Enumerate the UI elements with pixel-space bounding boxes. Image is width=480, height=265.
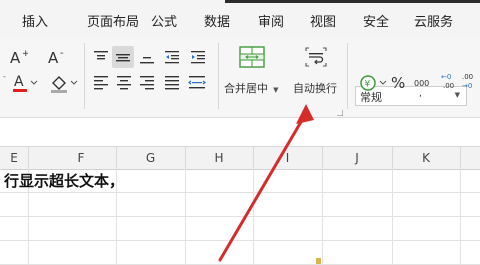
annotation-arrow: [218, 104, 314, 262]
